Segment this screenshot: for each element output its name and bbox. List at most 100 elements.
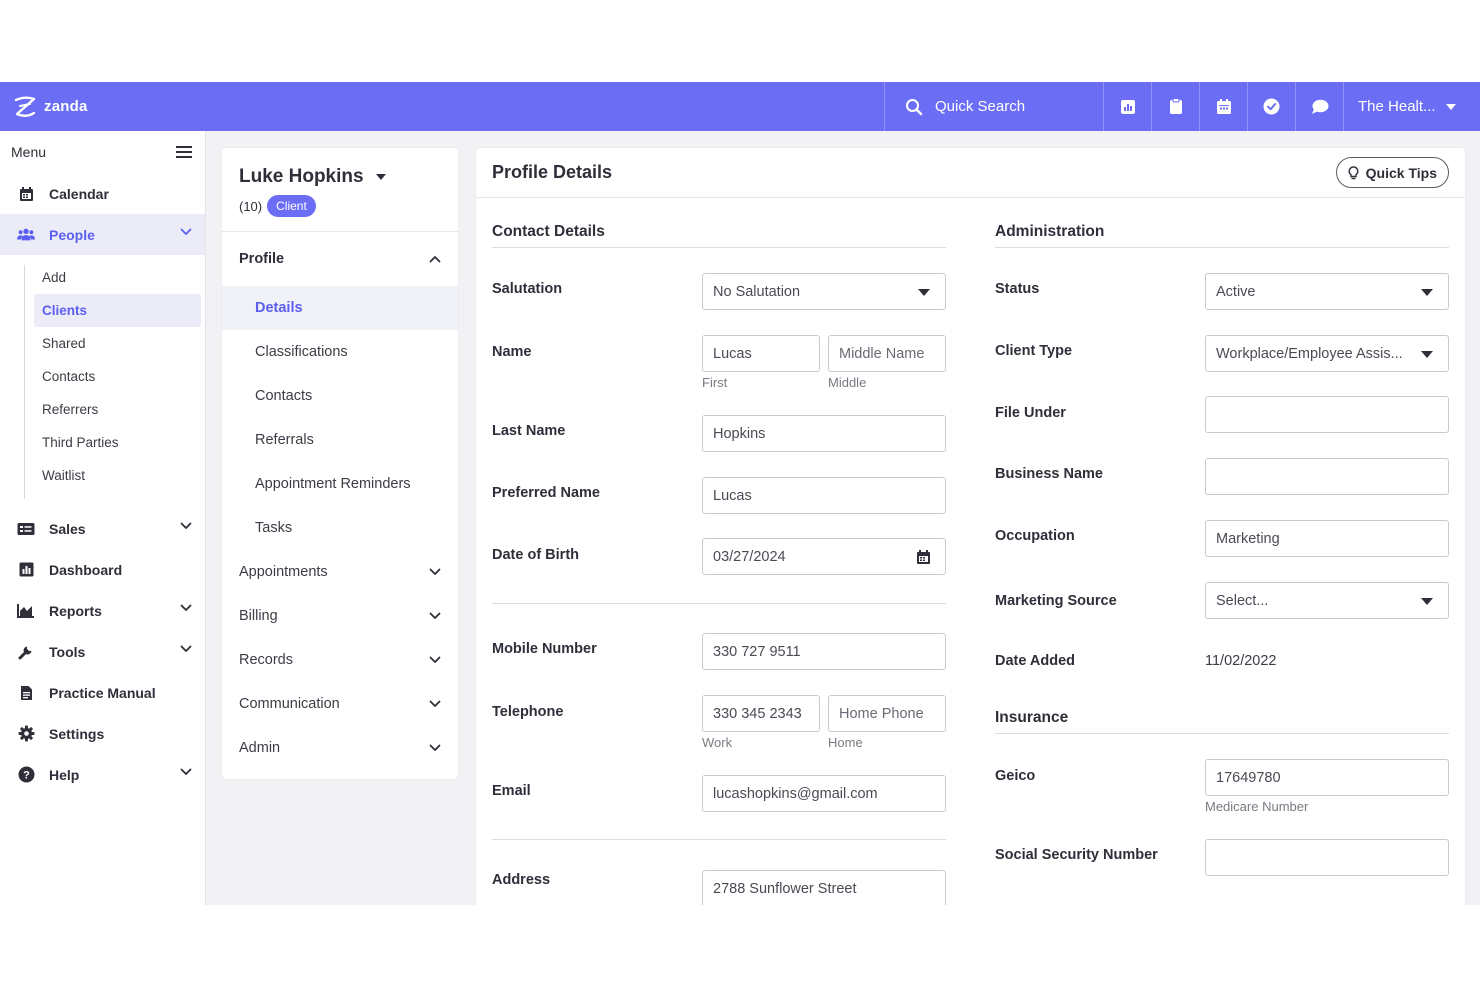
profile-nav-classifications[interactable]: Classifications [222, 330, 458, 374]
nav-group-label: Appointments [239, 564, 328, 580]
middle-name-field[interactable]: Middle Name [828, 335, 946, 372]
nav-group-admin[interactable]: Admin [222, 726, 458, 770]
client-type-select[interactable]: Workplace/Employee Assis... [1205, 335, 1449, 372]
address-field[interactable]: 2788 Sunflower Street [702, 870, 946, 905]
notes-shortcut-button[interactable] [1151, 82, 1199, 131]
telephone-label: Telephone [492, 704, 564, 720]
sidebar-subitem-waitlist[interactable]: Waitlist [34, 459, 201, 492]
sidebar-subitem-contacts[interactable]: Contacts [34, 360, 201, 393]
profile-nav-tasks[interactable]: Tasks [222, 506, 458, 550]
first-name-field[interactable]: Lucas [702, 335, 820, 372]
medicare-number-hint: Medicare Number [1205, 799, 1309, 814]
last-name-field[interactable]: Hopkins [702, 415, 946, 452]
quick-search-label: Quick Search [935, 98, 1026, 115]
profile-nav-contacts[interactable]: Contacts [222, 374, 458, 418]
client-type-label: Client Type [995, 343, 1073, 359]
salutation-select[interactable]: No Salutation [702, 273, 946, 310]
mobile-number-value: 330 727 9511 [713, 643, 801, 660]
sidebar-item-people[interactable]: People [0, 214, 205, 255]
email-field[interactable]: lucashopkins@gmail.com [702, 775, 946, 812]
status-select[interactable]: Active [1205, 273, 1449, 310]
address-value: 2788 Sunflower Street [713, 880, 857, 897]
mobile-label: Mobile Number [492, 641, 597, 657]
sidebar-item-label: Help [49, 766, 80, 783]
sidebar-item-practice-manual[interactable]: Practice Manual [0, 672, 205, 713]
sidebar-item-label: Settings [49, 725, 105, 742]
preferred-name-value: Lucas [713, 487, 752, 504]
nav-group-communication[interactable]: Communication [222, 682, 458, 726]
account-menu[interactable]: The Healt... [1343, 82, 1480, 131]
divider [492, 247, 946, 248]
client-meta: (10) Client [239, 195, 458, 217]
caret-down-icon [375, 174, 386, 180]
last-name-value: Hopkins [713, 425, 766, 442]
file-under-field[interactable] [1205, 396, 1449, 433]
sidebar-subitem-clients[interactable]: Clients [34, 294, 201, 327]
sidebar-item-settings[interactable]: Settings [0, 713, 205, 754]
sidebar-item-label: People [49, 226, 95, 243]
sidebar-item-tools[interactable]: Tools [0, 631, 205, 672]
quick-tips-button[interactable]: Quick Tips [1335, 157, 1449, 188]
tasks-shortcut-button[interactable] [1247, 82, 1295, 131]
sidebar-subitem-add[interactable]: Add [34, 261, 201, 294]
business-name-field[interactable] [1205, 458, 1449, 495]
middle-name-hint: Middle [828, 375, 867, 390]
profile-nav-referrals[interactable]: Referrals [222, 418, 458, 462]
sidebar-item-calendar[interactable]: Calendar [0, 173, 205, 214]
home-phone-field[interactable]: Home Phone [828, 695, 946, 732]
calendar-icon[interactable] [916, 549, 931, 565]
chevron-down-icon [429, 656, 441, 663]
zanda-logo-icon [14, 96, 36, 117]
ssn-field[interactable] [1205, 839, 1449, 876]
profile-nav-details[interactable]: Details [222, 286, 458, 330]
quick-search[interactable]: Quick Search [884, 82, 1103, 131]
sidebar-item-reports[interactable]: Reports [0, 590, 205, 631]
nav-group-records[interactable]: Records [222, 638, 458, 682]
help-icon: ? [17, 766, 35, 784]
profile-details-panel: Profile Details Quick Tips Contact Detai… [476, 148, 1465, 905]
client-type-value: Workplace/Employee Assis... [1216, 345, 1403, 362]
people-icon [17, 226, 35, 244]
client-switcher[interactable]: Luke Hopkins [239, 166, 458, 188]
preferred-name-label: Preferred Name [492, 485, 600, 501]
occupation-field[interactable]: Marketing [1205, 520, 1449, 557]
chevron-down-icon [429, 612, 441, 619]
dob-field[interactable]: 03/27/2024 [702, 538, 946, 575]
hamburger-icon[interactable] [176, 146, 192, 158]
brand-logo[interactable]: zanda [0, 82, 884, 131]
email-label: Email [492, 783, 531, 799]
mobile-number-field[interactable]: 330 727 9511 [702, 633, 946, 670]
chevron-down-icon [429, 700, 441, 707]
last-name-label: Last Name [492, 423, 566, 439]
sidebar-subitem-shared[interactable]: Shared [34, 327, 201, 360]
insurance-heading: Insurance [995, 709, 1069, 726]
messages-shortcut-button[interactable] [1295, 82, 1343, 131]
marketing-source-select[interactable]: Select... [1205, 582, 1449, 619]
sidebar-item-help[interactable]: ? Help [0, 754, 205, 795]
work-phone-field[interactable]: 330 345 2343 [702, 695, 820, 732]
preferred-name-field[interactable]: Lucas [702, 477, 946, 514]
nav-group-label: Billing [239, 608, 278, 624]
dob-value: 03/27/2024 [713, 548, 786, 565]
reports-shortcut-button[interactable] [1103, 82, 1151, 131]
sidebar-subitem-third-parties[interactable]: Third Parties [34, 426, 201, 459]
dob-label: Date of Birth [492, 547, 579, 563]
occupation-label: Occupation [995, 528, 1075, 544]
lightbulb-icon [1348, 165, 1359, 179]
calendar-shortcut-button[interactable] [1199, 82, 1247, 131]
occupation-value: Marketing [1216, 530, 1280, 547]
profile-section-toggle[interactable]: Profile [222, 232, 458, 286]
sidebar-item-sales[interactable]: Sales [0, 508, 205, 549]
nav-group-appointments[interactable]: Appointments [222, 550, 458, 594]
wrench-icon [17, 643, 35, 661]
medicare-number-field[interactable]: 17649780 [1205, 759, 1449, 796]
profile-nav-appointment-reminders[interactable]: Appointment Reminders [222, 462, 458, 506]
nav-group-billing[interactable]: Billing [222, 594, 458, 638]
sidebar-item-dashboard[interactable]: Dashboard [0, 549, 205, 590]
client-name: Luke Hopkins [239, 166, 364, 187]
clipboard-icon [1169, 98, 1182, 114]
sidebar-subitem-referrers[interactable]: Referrers [34, 393, 201, 426]
sidebar-item-label: Dashboard [49, 561, 123, 578]
sidebar-item-label: Sales [49, 520, 86, 537]
submenu-rail [24, 265, 25, 499]
